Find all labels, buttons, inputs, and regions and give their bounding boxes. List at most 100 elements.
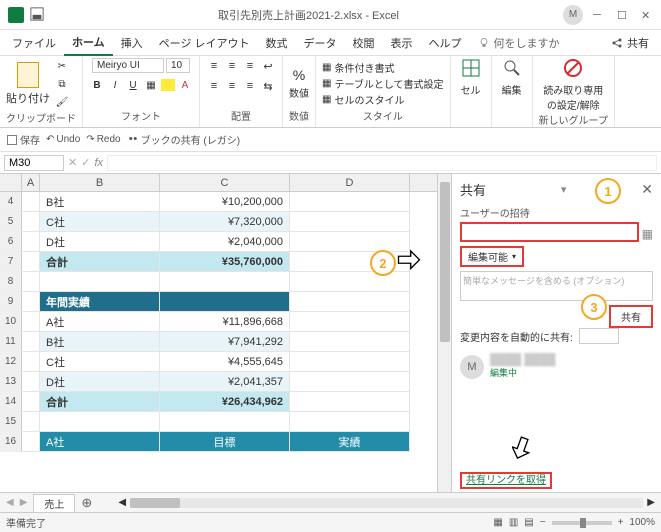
- zoom-in-button[interactable]: +: [618, 517, 624, 528]
- wrap-text-icon[interactable]: ↩: [260, 58, 276, 74]
- row-header[interactable]: 13: [0, 372, 22, 392]
- auto-share-select[interactable]: [579, 328, 619, 344]
- copy-icon[interactable]: ⧉: [54, 76, 70, 92]
- group-editing: 編集: [492, 56, 533, 127]
- font-name-select[interactable]: Meiryo UI: [92, 58, 164, 73]
- share-top-button[interactable]: 共有: [603, 33, 657, 53]
- invite-input[interactable]: [460, 222, 639, 242]
- tab-nav-next[interactable]: ▶: [20, 497, 28, 508]
- maximize-button[interactable]: ☐: [617, 9, 629, 21]
- font-size-select[interactable]: 10: [166, 58, 190, 73]
- formula-input[interactable]: [107, 155, 657, 171]
- readonly-label: 読み取り専用の設定/解除: [543, 82, 603, 112]
- permission-select[interactable]: 編集可能▾: [460, 246, 524, 267]
- row-header[interactable]: 10: [0, 312, 22, 332]
- editing-button[interactable]: 編集: [498, 58, 526, 125]
- cell-styles-button[interactable]: ▦セルのスタイル: [322, 92, 444, 107]
- menu-review[interactable]: 校閲: [345, 31, 383, 55]
- pane-close-button[interactable]: ✕: [641, 181, 653, 198]
- qat-undo[interactable]: ↶ Undo: [46, 134, 80, 145]
- readonly-button[interactable]: 読み取り専用の設定/解除: [539, 58, 608, 112]
- row-header[interactable]: 12: [0, 352, 22, 372]
- row-header[interactable]: 8: [0, 272, 22, 292]
- cells-button[interactable]: セル: [457, 58, 485, 125]
- col-header-d[interactable]: D: [290, 174, 410, 191]
- bold-button[interactable]: B: [89, 77, 105, 93]
- row-header[interactable]: 7: [0, 252, 22, 272]
- fx-cancel[interactable]: ✕: [68, 156, 77, 169]
- format-painter-icon[interactable]: 🖌: [54, 94, 70, 110]
- menu-pagelayout[interactable]: ページ レイアウト: [151, 31, 258, 55]
- group-styles: ▦条件付き書式 ▦テーブルとして書式設定 ▦セルのスタイル スタイル: [316, 56, 451, 127]
- row-header[interactable]: 15: [0, 412, 22, 432]
- view-break-icon[interactable]: ▤: [524, 517, 533, 528]
- underline-button[interactable]: U: [125, 77, 141, 93]
- tab-nav-prev[interactable]: ◀: [6, 497, 14, 508]
- row-header[interactable]: 16: [0, 432, 22, 452]
- menu-file[interactable]: ファイル: [4, 31, 64, 55]
- percent-icon[interactable]: %: [293, 67, 305, 83]
- sheet-area: A B C D 4B社¥10,200,000 5C社¥7,320,000 6D社…: [0, 174, 437, 492]
- col-header-a[interactable]: A: [22, 174, 40, 191]
- zoom-slider[interactable]: [552, 521, 612, 525]
- qat-save[interactable]: 保存: [6, 132, 40, 147]
- user-avatar[interactable]: M: [563, 5, 583, 25]
- row-header[interactable]: 14: [0, 392, 22, 412]
- border-button[interactable]: ▦: [143, 77, 159, 93]
- view-page-icon[interactable]: ▥: [509, 517, 518, 528]
- menu-help[interactable]: ヘルプ: [421, 31, 470, 55]
- row-header[interactable]: 5: [0, 212, 22, 232]
- menu-home[interactable]: ホーム: [64, 30, 113, 56]
- merge-icon[interactable]: ⇆: [260, 78, 276, 94]
- add-sheet-button[interactable]: ⊕: [81, 495, 92, 511]
- address-book-icon[interactable]: ▦: [642, 227, 653, 241]
- pane-dropdown-icon[interactable]: ▾: [561, 183, 567, 196]
- tell-me-search[interactable]: 何をしますか: [478, 35, 560, 51]
- col-header-c[interactable]: C: [160, 174, 290, 191]
- name-box[interactable]: [4, 155, 64, 171]
- qat-redo[interactable]: ↷ Redo: [86, 134, 120, 145]
- sheet-tab-active[interactable]: 売上: [33, 494, 75, 512]
- italic-button[interactable]: I: [107, 77, 123, 93]
- align-right-icon[interactable]: ≡: [242, 78, 258, 94]
- cell[interactable]: ¥10,200,000: [160, 192, 290, 212]
- row-header[interactable]: 6: [0, 232, 22, 252]
- format-table-button[interactable]: ▦テーブルとして書式設定: [322, 76, 444, 91]
- zoom-out-button[interactable]: −: [540, 517, 546, 528]
- align-middle-icon[interactable]: ≡: [224, 58, 240, 74]
- align-center-icon[interactable]: ≡: [224, 78, 240, 94]
- vertical-scrollbar[interactable]: [437, 174, 451, 492]
- row-header[interactable]: 9: [0, 292, 22, 312]
- close-button[interactable]: ✕: [641, 9, 653, 21]
- cell[interactable]: B社: [40, 192, 160, 212]
- styles-label: スタイル: [322, 108, 444, 125]
- row-header[interactable]: 4: [0, 192, 22, 212]
- conditional-format-button[interactable]: ▦条件付き書式: [322, 60, 444, 75]
- cut-icon[interactable]: ✂: [54, 58, 70, 74]
- col-header-b[interactable]: B: [40, 174, 160, 191]
- get-share-link[interactable]: 共有リンクを取得: [460, 472, 552, 489]
- view-normal-icon[interactable]: ▦: [493, 517, 502, 528]
- menu-insert[interactable]: 挿入: [113, 31, 151, 55]
- align-left-icon[interactable]: ≡: [206, 78, 222, 94]
- font-color-button[interactable]: A: [177, 77, 193, 93]
- minimize-button[interactable]: ─: [593, 9, 605, 21]
- zoom-level[interactable]: 100%: [629, 517, 655, 528]
- window-title: 取引先別売上計画2021-2.xlsx - Excel: [54, 7, 563, 23]
- align-bottom-icon[interactable]: ≡: [242, 58, 258, 74]
- menu-view[interactable]: 表示: [383, 31, 421, 55]
- qat-share-legacy[interactable]: ブックの共有 (レガシ): [127, 132, 240, 147]
- horizontal-scrollbar[interactable]: ◀▶: [118, 497, 655, 508]
- menu-formulas[interactable]: 数式: [258, 31, 296, 55]
- paste-button[interactable]: 貼り付け: [6, 62, 50, 106]
- share-button[interactable]: 共有: [609, 305, 653, 328]
- select-all-corner[interactable]: [0, 174, 22, 191]
- menu-data[interactable]: データ: [296, 31, 345, 55]
- fx-icon[interactable]: fx: [94, 157, 103, 169]
- row-header[interactable]: 11: [0, 332, 22, 352]
- fill-color-button[interactable]: [161, 79, 175, 91]
- message-input[interactable]: 簡単なメッセージを含める (オプション): [460, 271, 653, 301]
- fx-enter[interactable]: ✓: [81, 156, 90, 169]
- align-top-icon[interactable]: ≡: [206, 58, 222, 74]
- autosave-icon[interactable]: [30, 7, 46, 23]
